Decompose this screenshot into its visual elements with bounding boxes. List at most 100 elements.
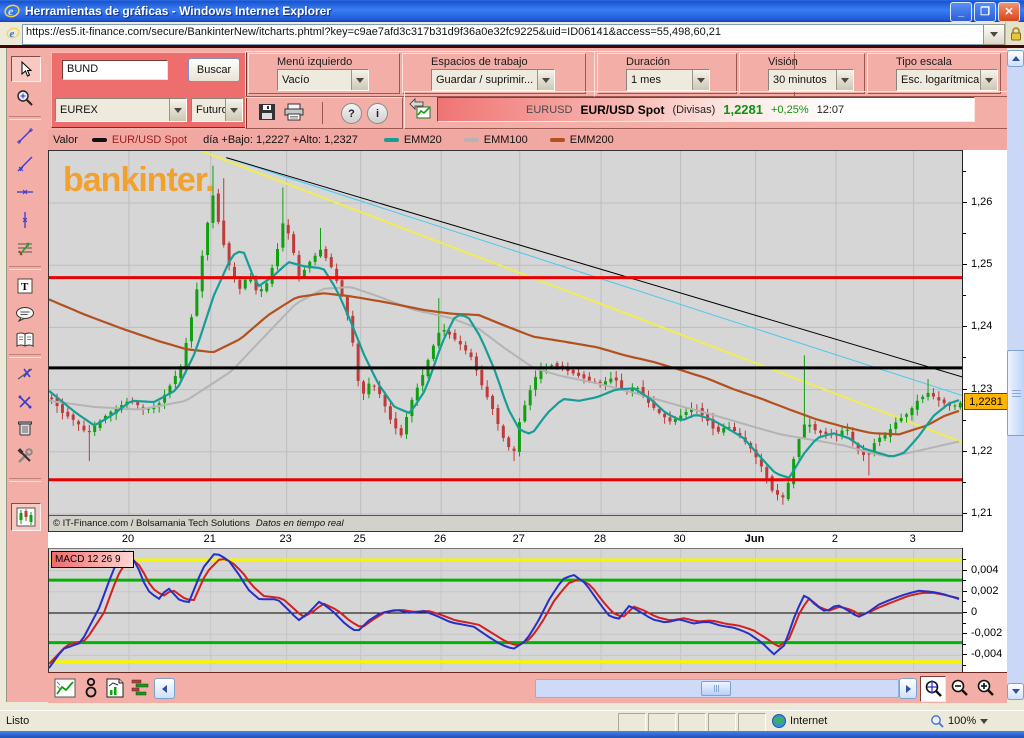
- status-bar: Listo Internet 100%: [0, 710, 1024, 732]
- minimize-button[interactable]: _: [950, 2, 972, 22]
- vertical-line-button[interactable]: [11, 208, 39, 232]
- status-pane: [678, 713, 706, 732]
- trash-button[interactable]: [11, 416, 39, 440]
- line-chart-icon: [54, 678, 76, 698]
- fibonacci-icon: [15, 238, 35, 258]
- report-button[interactable]: [105, 678, 125, 698]
- symbol-search-group: BUND Buscar EUREX Futuro: [51, 52, 247, 128]
- market-select[interactable]: EUREX: [55, 98, 187, 122]
- save-icon: [258, 103, 276, 121]
- macd-panel[interactable]: MACD 12 26 9: [48, 548, 962, 672]
- price-chart-plot[interactable]: bankinter. © IT-Finance.com / Bolsamania…: [48, 150, 962, 532]
- duration-select[interactable]: 1 mes: [626, 69, 710, 91]
- text-note-button[interactable]: T: [11, 274, 39, 298]
- url-dropdown-button[interactable]: [983, 24, 1005, 45]
- left-menu-select[interactable]: Vacío: [277, 69, 369, 91]
- zoom-in-button[interactable]: [975, 677, 997, 699]
- globe-icon: [772, 714, 786, 728]
- quote-change: +0,25%: [771, 104, 809, 116]
- title-bar[interactable]: e Herramientas de gráficas - Windows Int…: [0, 0, 1024, 22]
- scroll-left-button[interactable]: [154, 678, 175, 699]
- delete-all-lines-button[interactable]: [11, 390, 39, 414]
- page-zoom-control[interactable]: 100%: [930, 714, 988, 728]
- volume-bars-button[interactable]: [130, 678, 150, 698]
- legend-valor-label: Valor: [53, 134, 78, 146]
- chevron-down-icon[interactable]: [169, 99, 186, 121]
- select-cursor-button[interactable]: [11, 56, 41, 82]
- axis-tick: [963, 513, 967, 514]
- scroll-down-button[interactable]: [1007, 683, 1024, 700]
- zoom-level: 100%: [948, 715, 976, 727]
- line-chart-mode-button[interactable]: [54, 678, 76, 698]
- zoom-fit-icon: [923, 679, 943, 699]
- vertical-scroll-thumb[interactable]: [1007, 350, 1024, 436]
- scroll-right-button[interactable]: [899, 678, 917, 699]
- zoom-tool-button[interactable]: [11, 86, 39, 110]
- chevron-down-icon[interactable]: [225, 99, 242, 121]
- legend-day-range: día +Bajo: 1,2227 +Alto: 1,2327: [203, 134, 358, 146]
- search-button[interactable]: Buscar: [188, 58, 240, 82]
- journal-button[interactable]: [11, 328, 39, 352]
- trend-ray-button[interactable]: [11, 152, 39, 176]
- time-axis: 2021232526272830Jun23: [48, 532, 1007, 548]
- vertical-line-icon: [16, 211, 34, 229]
- quote-bar: EURUSD EUR/USD Spot (Divisas) 1,2281 +0,…: [404, 91, 1024, 129]
- chevron-down-icon[interactable]: [836, 70, 853, 90]
- zoom-fit-button[interactable]: [920, 676, 946, 702]
- horizontal-scroll-thumb[interactable]: [701, 681, 731, 696]
- vertical-scrollbar[interactable]: [1007, 50, 1024, 700]
- axis-tick: [963, 665, 966, 666]
- date-label: 25: [354, 533, 366, 545]
- url-input[interactable]: https://es5.it-finance.com/secure/Bankin…: [22, 24, 988, 45]
- horizontal-scrollbar[interactable]: [535, 679, 899, 698]
- sidebar-separator: [9, 266, 41, 270]
- print-button[interactable]: [284, 103, 304, 121]
- sidebar-separator: [9, 116, 41, 120]
- save-button[interactable]: [258, 103, 276, 121]
- candlestick-view-button[interactable]: [11, 503, 41, 531]
- scroll-up-button[interactable]: [1007, 50, 1024, 67]
- trend-segment-button[interactable]: [11, 124, 39, 148]
- axis-tick: [963, 202, 967, 203]
- delete-line-button[interactable]: [11, 362, 39, 386]
- vision-select[interactable]: 30 minutos: [768, 69, 854, 91]
- macd-chart: [49, 549, 963, 671]
- callout-button[interactable]: [11, 302, 39, 326]
- chevron-down-icon[interactable]: [537, 70, 554, 90]
- scale-type-select[interactable]: Esc. logarítmica: [896, 69, 998, 91]
- horizontal-line-icon: [16, 183, 34, 201]
- info-button[interactable]: i: [367, 103, 388, 124]
- key-tool-button[interactable]: [84, 677, 98, 699]
- info-icon: i: [367, 103, 388, 124]
- date-label: 2: [832, 533, 838, 545]
- speech-bubble-icon: [15, 306, 35, 322]
- duration-group: Duración 1 mes: [597, 53, 737, 94]
- zoom-in-icon: [976, 678, 996, 698]
- horizontal-line-button[interactable]: [11, 180, 39, 204]
- workspaces-select[interactable]: Guardar / suprimir...: [431, 69, 555, 91]
- fibonacci-button[interactable]: [11, 236, 39, 260]
- report-icon: [105, 678, 125, 698]
- axis-tick-label: -0,002: [971, 627, 1002, 639]
- zoom-out-button[interactable]: [949, 677, 971, 699]
- file-icons-panel: ? i: [245, 97, 403, 129]
- legend-emm200: EMM200: [570, 134, 614, 146]
- close-button[interactable]: ✕: [998, 2, 1020, 22]
- sidebar-separator: [9, 354, 41, 358]
- symbol-input[interactable]: BUND: [62, 60, 168, 80]
- settings-tools-button[interactable]: [11, 444, 39, 468]
- chevron-down-icon: [990, 32, 998, 37]
- restore-button[interactable]: ❐: [974, 2, 996, 22]
- prev-value-button[interactable]: [409, 98, 433, 120]
- chevron-down-icon[interactable]: [980, 70, 997, 90]
- quote-display: EURUSD EUR/USD Spot (Divisas) 1,2281 +0,…: [437, 97, 975, 122]
- axis-tick: [963, 326, 967, 327]
- bankinter-watermark: bankinter.: [63, 161, 214, 200]
- instrument-select[interactable]: Futuro: [191, 98, 243, 122]
- price-axis: 1,2281 1,261,251,241,231,221,21: [962, 150, 1008, 532]
- help-button[interactable]: ?: [341, 103, 362, 124]
- chevron-down-icon[interactable]: [692, 70, 709, 90]
- chevron-down-icon[interactable]: [351, 70, 368, 90]
- segment-icon: [16, 127, 34, 145]
- scale-type-group: Tipo escala Esc. logarítmica: [867, 53, 1001, 94]
